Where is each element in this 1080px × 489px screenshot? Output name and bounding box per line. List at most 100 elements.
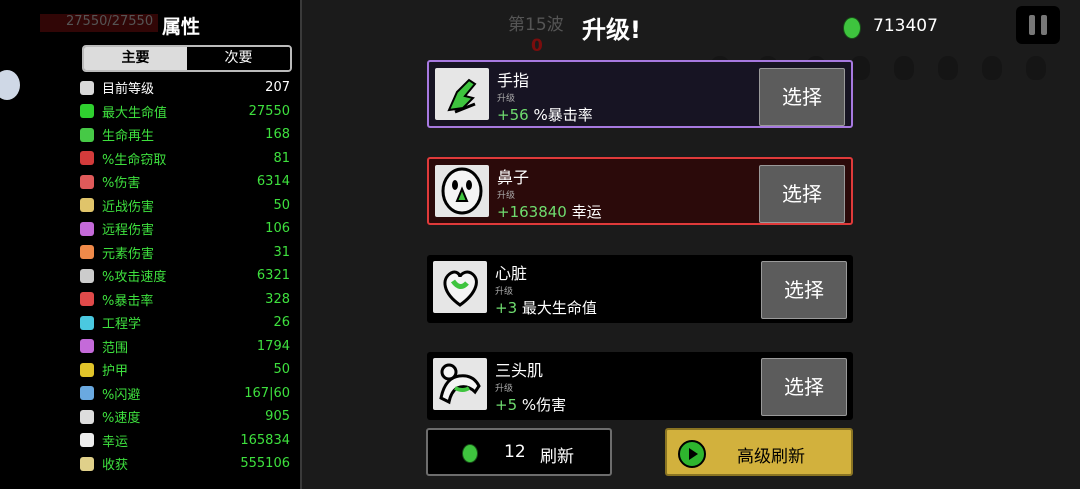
stats-tabs: 主要 次要: [82, 45, 292, 72]
stat-label: %闪避: [102, 387, 141, 403]
stat-label: 幸运: [102, 434, 129, 450]
tab-secondary[interactable]: 次要: [187, 47, 290, 70]
wrench-icon: [80, 315, 94, 330]
stat-label: 收获: [102, 458, 129, 474]
advanced-reroll-button[interactable]: 高级刷新: [665, 428, 853, 476]
upgrade-stat: %暴击率: [533, 106, 593, 124]
hp-text: 27550/27550: [66, 14, 154, 29]
upgrade-card-finger: 手指 升级 +56 %暴击率 选择: [427, 60, 853, 128]
stat-value: 168: [265, 127, 290, 143]
select-button[interactable]: 选择: [761, 358, 847, 416]
stat-label: 目前等级: [102, 82, 155, 98]
upgrade-subtitle: 升级: [497, 191, 516, 201]
select-button[interactable]: 选择: [761, 261, 847, 319]
stat-label: 最大生命值: [102, 105, 168, 121]
stat-value: 328: [265, 291, 290, 307]
arm-icon: [433, 358, 487, 410]
level-icon: [80, 80, 94, 95]
upgrade-card-nose: 鼻子 升级 +163840 幸运 选择: [427, 157, 853, 225]
stat-row: 元素伤害 31: [80, 241, 290, 265]
dodge-icon: [80, 386, 94, 401]
pause-icon: [1029, 15, 1035, 35]
upgrade-bonus: +3: [495, 299, 518, 317]
stat-label: %速度: [102, 411, 141, 427]
enemy-icon: [982, 56, 1002, 80]
flame-icon: [80, 245, 94, 260]
stat-value: 6314: [256, 174, 290, 190]
shield-icon: [80, 362, 94, 377]
stat-label: %攻击速度: [102, 270, 167, 286]
nose-icon: [435, 165, 489, 217]
stat-row: 收获 555106: [80, 452, 290, 476]
harvest-icon: [80, 456, 94, 471]
damage-icon: [80, 174, 94, 189]
stats-panel: 27550/27550 属性 主要 次要 目前等级 207 最大生命值 27550 生命…: [0, 0, 302, 489]
upgrade-stat: 幸运: [571, 203, 602, 221]
reroll-button[interactable]: 12 刷新: [426, 428, 612, 476]
page-title: 升级!: [582, 16, 641, 44]
upgrade-name: 手指: [497, 71, 530, 90]
upgrade-stat: %伤害: [521, 396, 567, 414]
stat-label: 近战伤害: [102, 199, 155, 215]
wave-label: 第15波: [508, 15, 564, 35]
stat-value: 167|60: [244, 385, 290, 401]
upgrade-name: 三头肌: [495, 361, 544, 380]
stat-row: 目前等级 207: [80, 76, 290, 100]
heart-organ-icon: [433, 261, 487, 313]
tab-primary[interactable]: 主要: [84, 47, 187, 70]
enemy-icon: [850, 56, 870, 80]
pause-button[interactable]: [1016, 6, 1060, 44]
stat-row: %速度 905: [80, 405, 290, 429]
enemy-icon: [1026, 56, 1046, 80]
upgrade-subtitle: 升级: [495, 287, 514, 297]
select-button[interactable]: 选择: [759, 165, 845, 223]
stat-label: 护甲: [102, 364, 129, 380]
finger-icon: [435, 68, 489, 120]
crit-icon: [80, 292, 94, 307]
currency-amount: 713407: [873, 16, 938, 36]
stats-title: 属性: [161, 16, 200, 38]
stat-value: 555106: [240, 456, 290, 472]
lifesteal-icon: [80, 151, 94, 166]
stat-value: 81: [273, 150, 290, 166]
upgrade-bonus: +5: [495, 396, 518, 414]
stat-row: 最大生命值 27550: [80, 100, 290, 124]
upgrade-subtitle: 升级: [495, 384, 514, 394]
stat-row: %伤害 6314: [80, 170, 290, 194]
stat-value: 27550: [248, 103, 290, 119]
stat-row: 范围 1794: [80, 335, 290, 359]
wave-counter: 0: [531, 36, 543, 56]
stat-row: %生命窃取 81: [80, 147, 290, 171]
stat-value: 1794: [256, 338, 290, 354]
stat-value: 50: [273, 362, 290, 378]
play-icon: [678, 440, 706, 468]
hourglass-icon: [80, 268, 94, 283]
sword-icon: [80, 198, 94, 213]
stat-label: %生命窃取: [102, 152, 167, 168]
regen-icon: [80, 127, 94, 142]
upgrade-stat: 最大生命值: [521, 299, 597, 317]
stat-value: 26: [273, 315, 290, 331]
upgrade-bonus: +56: [497, 106, 529, 124]
stat-row: 工程学 26: [80, 311, 290, 335]
stat-label: 范围: [102, 340, 129, 356]
upgrade-card-heart: 心脏 升级 +3 最大生命值 选择: [427, 255, 853, 323]
stat-label: 元素伤害: [102, 246, 155, 262]
reroll-cost: 12: [504, 442, 526, 462]
speed-icon: [80, 409, 94, 424]
stat-row: %闪避 167|60: [80, 382, 290, 406]
stat-label: 生命再生: [102, 129, 155, 145]
upgrade-name: 心脏: [495, 264, 528, 283]
upgrade-effect: +163840 幸运: [497, 201, 602, 222]
select-button[interactable]: 选择: [759, 68, 845, 126]
advanced-reroll-label: 高级刷新: [737, 447, 805, 467]
ranged-icon: [80, 221, 94, 236]
stat-value: 165834: [240, 432, 290, 448]
stat-list: 目前等级 207 最大生命值 27550 生命再生 168 %生命窃取 81 %伤害 6314 近战…: [80, 76, 290, 476]
upgrade-effect: +56 %暴击率: [497, 104, 593, 125]
pause-icon: [1041, 15, 1047, 35]
stat-row: 远程伤害 106: [80, 217, 290, 241]
stat-value: 50: [273, 197, 290, 213]
stat-value: 31: [273, 244, 290, 260]
stat-label: 远程伤害: [102, 223, 155, 239]
